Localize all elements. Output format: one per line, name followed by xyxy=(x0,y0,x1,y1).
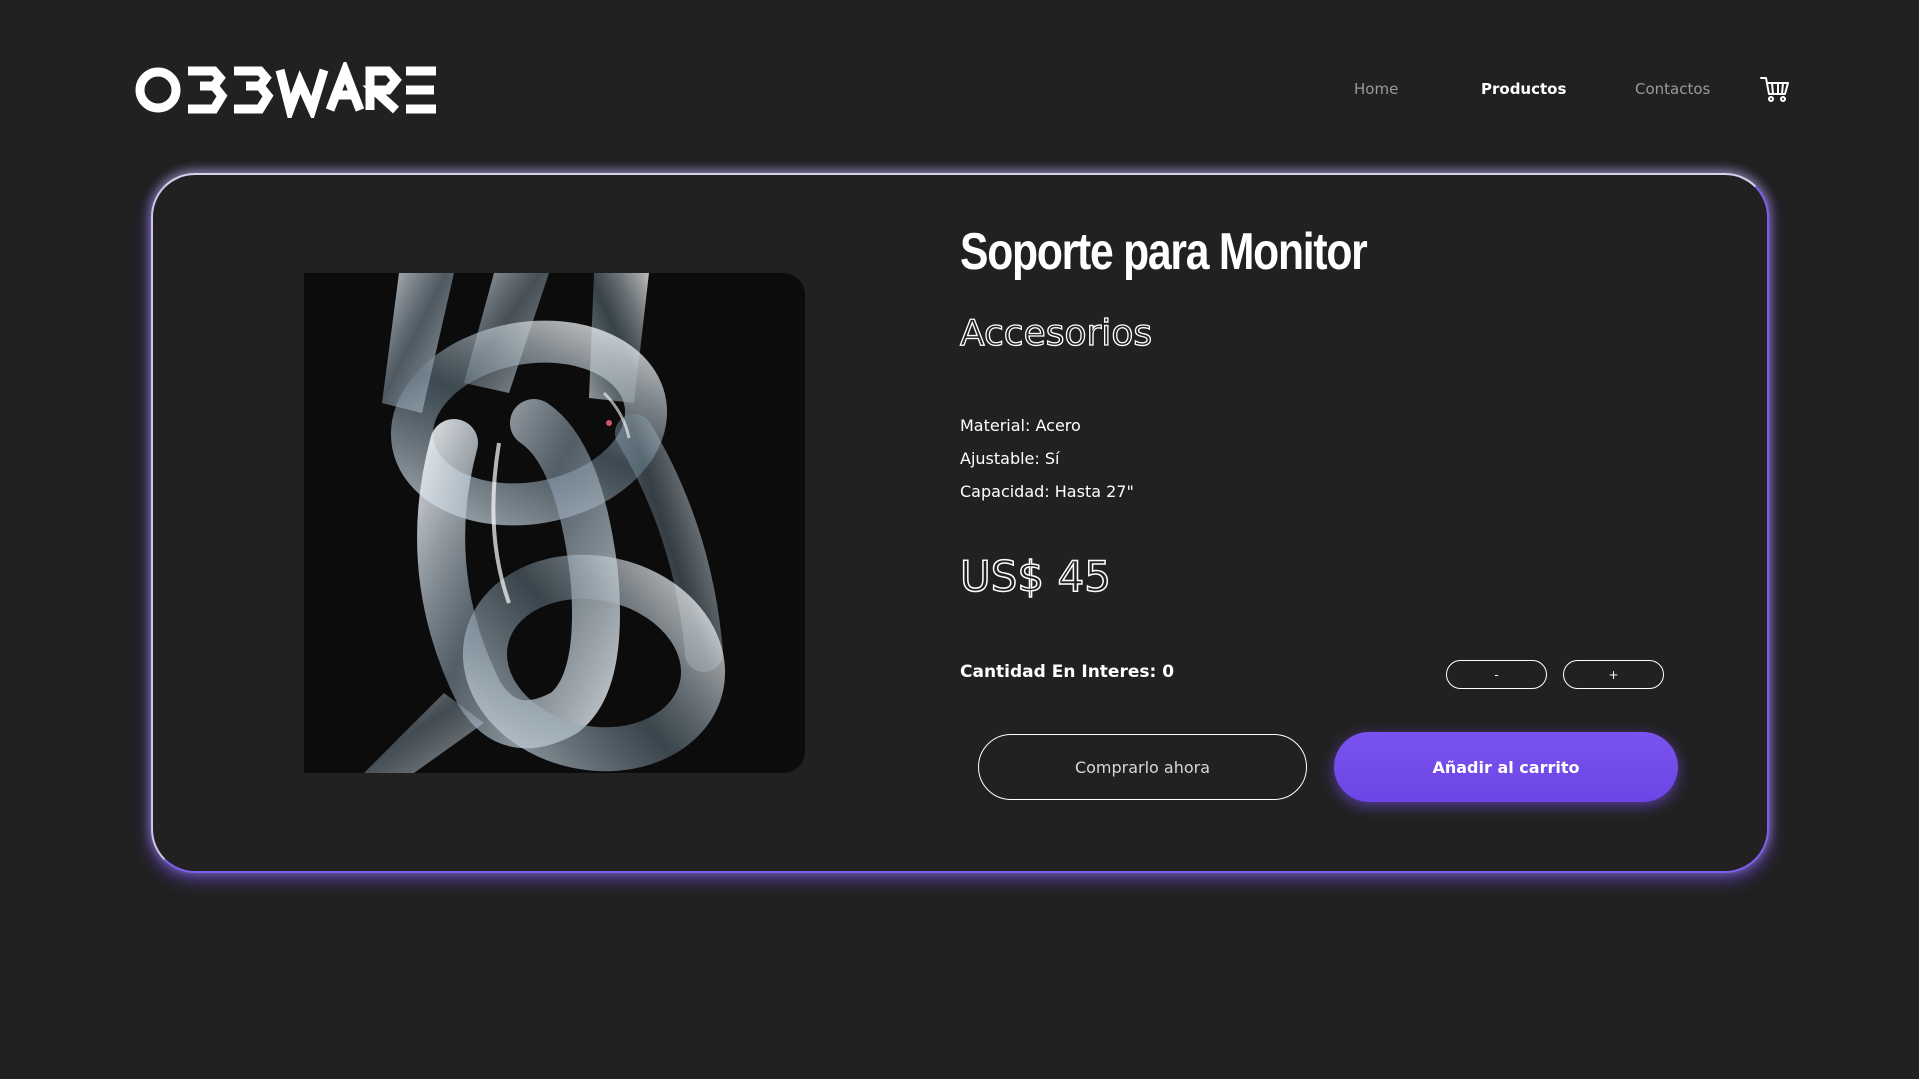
product-title: Soporte para Monitor xyxy=(960,223,1368,281)
site-header: Home Productos Contactos xyxy=(0,0,1919,170)
product-image xyxy=(304,273,805,773)
glass-chain-links-image xyxy=(304,273,805,773)
buy-now-button[interactable]: Comprarlo ahora xyxy=(978,734,1307,800)
nav-productos[interactable]: Productos xyxy=(1481,80,1566,98)
nav-contactos[interactable]: Contactos xyxy=(1635,80,1710,98)
quantity-label: Cantidad En Interes: 0 xyxy=(960,662,1175,682)
nav-home[interactable]: Home xyxy=(1354,80,1398,98)
add-to-cart-button[interactable]: Añadir al carrito xyxy=(1334,732,1678,802)
shopping-cart-icon[interactable] xyxy=(1760,75,1790,103)
spec-ajustable: Ajustable: Sí xyxy=(960,449,1060,468)
spec-material: Material: Acero xyxy=(960,416,1081,435)
product-category: Accesorios xyxy=(959,312,1153,354)
increment-button[interactable]: + xyxy=(1563,660,1664,689)
obbware-logo[interactable] xyxy=(134,62,440,118)
spec-capacidad: Capacidad: Hasta 27" xyxy=(960,482,1134,501)
product-price: US$ 45 xyxy=(959,551,1111,602)
decrement-button[interactable]: - xyxy=(1446,660,1547,689)
